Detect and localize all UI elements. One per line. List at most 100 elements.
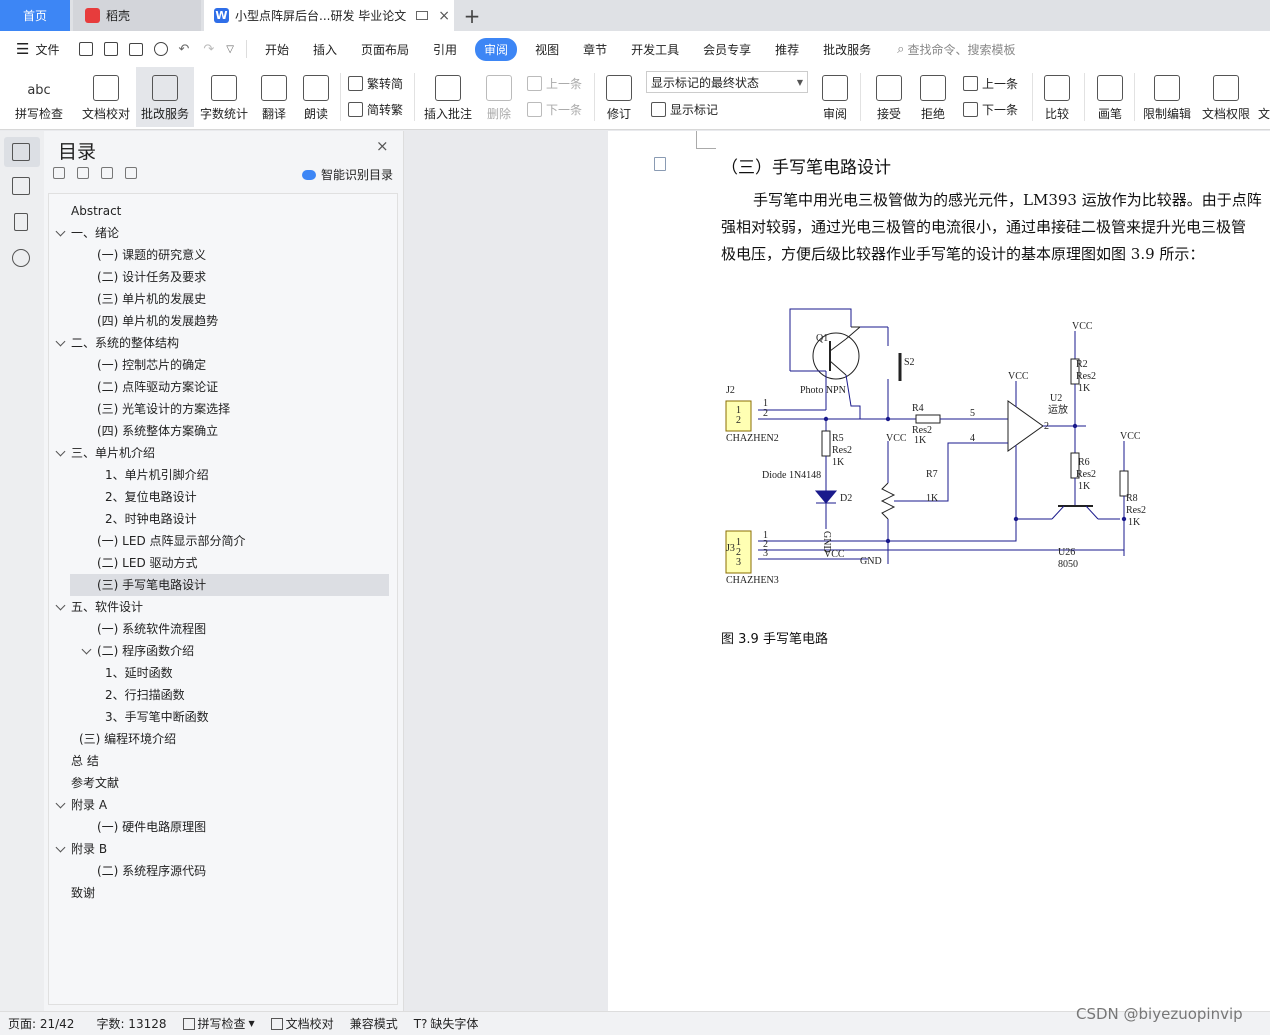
collapse-all-icon[interactable] bbox=[53, 167, 65, 179]
remove-level-icon[interactable] bbox=[125, 167, 137, 179]
reject-button[interactable]: 拒绝 bbox=[914, 67, 952, 127]
toc-item[interactable]: 致谢 bbox=[71, 882, 95, 904]
toc-item[interactable]: 二、系统的整体结构 bbox=[71, 332, 179, 354]
paragraph-icon[interactable] bbox=[654, 157, 666, 171]
chevron-down-icon[interactable] bbox=[55, 446, 66, 457]
spell-check-status[interactable]: 拼写检查 ▼ bbox=[175, 1015, 263, 1032]
translate-button[interactable]: 翻译 bbox=[255, 67, 293, 127]
truncated-button[interactable]: 文 bbox=[1258, 67, 1270, 127]
restrict-edit-button[interactable]: 限制编辑 bbox=[1140, 67, 1194, 127]
toc-item[interactable]: 1、单片机引脚介绍 bbox=[105, 464, 209, 486]
doc-permission-button[interactable]: 文档权限 bbox=[1200, 67, 1252, 127]
toc-item[interactable]: (一) LED 点阵显示部分简介 bbox=[97, 530, 246, 552]
spell-check-button[interactable]: abc 拼写检查 bbox=[8, 67, 70, 127]
accept-button[interactable]: 接受 bbox=[870, 67, 908, 127]
chevron-down-icon[interactable] bbox=[55, 226, 66, 237]
insert-comment-button[interactable]: 插入批注 bbox=[420, 67, 476, 127]
search-icon[interactable]: ⌕ bbox=[897, 42, 904, 57]
toc-item[interactable]: (二) 设计任务及要求 bbox=[97, 266, 206, 288]
markup-state-select[interactable]: 显示标记的最终状态 ▼ bbox=[646, 71, 808, 93]
toc-item[interactable]: (一) 课题的研究意义 bbox=[97, 244, 206, 266]
tab-document[interactable]: W 小型点阵屏后台...研发 毕业论文 × bbox=[204, 0, 454, 31]
prev-change-button[interactable]: 上一条 bbox=[963, 75, 1018, 92]
toc-item[interactable]: (四) 单片机的发展趋势 bbox=[97, 310, 218, 332]
compare-button[interactable]: 比较 bbox=[1038, 67, 1076, 127]
read-aloud-button[interactable]: 朗读 bbox=[299, 67, 333, 127]
add-level-icon[interactable] bbox=[101, 167, 113, 179]
review-pane-button[interactable]: 审阅 bbox=[816, 67, 854, 127]
chevron-down-icon[interactable] bbox=[55, 842, 66, 853]
toc-item[interactable]: (三) 单片机的发展史 bbox=[97, 288, 206, 310]
monitor-icon[interactable] bbox=[416, 11, 429, 20]
menu-item-start[interactable]: 开始 bbox=[253, 41, 301, 58]
toc-item[interactable]: 附录 A bbox=[71, 794, 107, 816]
menu-item-insert[interactable]: 插入 bbox=[301, 41, 349, 58]
preview-icon[interactable] bbox=[154, 42, 169, 56]
doc-check-button[interactable]: 文档校对 bbox=[78, 67, 134, 127]
trad-to-simp-button[interactable]: 繁转简 bbox=[348, 75, 403, 92]
close-tab-icon[interactable]: × bbox=[438, 8, 450, 24]
toc-item[interactable]: 1、延时函数 bbox=[105, 662, 173, 684]
toc-item[interactable]: (三) 手写笔电路设计 bbox=[97, 574, 206, 596]
menu-item-correction[interactable]: 批改服务 bbox=[811, 41, 883, 58]
outline-icon[interactable] bbox=[12, 177, 30, 195]
missing-font-status[interactable]: T? 缺失字体 bbox=[406, 1015, 487, 1032]
toc-item[interactable]: 3、手写笔中断函数 bbox=[105, 706, 209, 728]
close-icon[interactable]: × bbox=[376, 137, 389, 155]
menu-item-devtools[interactable]: 开发工具 bbox=[619, 41, 691, 58]
export-icon[interactable] bbox=[104, 42, 119, 56]
toc-item[interactable]: 2、复位电路设计 bbox=[105, 486, 197, 508]
hamburger-icon[interactable]: ☰ bbox=[16, 40, 29, 58]
menu-item-member[interactable]: 会员专享 bbox=[691, 41, 763, 58]
toc-item[interactable]: 参考文献 bbox=[71, 772, 119, 794]
prev-comment-button[interactable]: 上一条 bbox=[527, 75, 582, 92]
toc-item[interactable]: (二) 程序函数介绍 bbox=[97, 640, 194, 662]
next-comment-button[interactable]: 下一条 bbox=[527, 101, 582, 118]
menu-item-review[interactable]: 审阅 bbox=[475, 37, 518, 61]
ai-recognize-toc-button[interactable]: 智能识别目录 bbox=[302, 166, 393, 183]
tab-daoke[interactable]: 稻壳 bbox=[73, 0, 201, 31]
toc-item[interactable]: (三) 光笔设计的方案选择 bbox=[97, 398, 230, 420]
word-count-button[interactable]: 字数统计 bbox=[198, 67, 250, 127]
toc-item[interactable]: (四) 系统整体方案确立 bbox=[97, 420, 218, 442]
bookmark-icon[interactable] bbox=[14, 213, 28, 231]
toc-item[interactable]: (一) 控制芯片的确定 bbox=[97, 354, 206, 376]
revise-button[interactable]: 修订 bbox=[600, 67, 638, 127]
redo-icon[interactable]: ↷ bbox=[203, 42, 214, 57]
toc-item[interactable]: (二) 系统程序源代码 bbox=[97, 860, 206, 882]
delete-comment-button[interactable]: 删除 bbox=[480, 67, 518, 127]
menu-item-chapter[interactable]: 章节 bbox=[571, 41, 619, 58]
command-search-input[interactable]: 查找命令、搜索模板 bbox=[907, 41, 1015, 58]
menu-file[interactable]: 文件 bbox=[29, 41, 71, 58]
show-markup-button[interactable]: 显示标记 bbox=[651, 101, 718, 118]
chevron-down-icon[interactable] bbox=[81, 644, 92, 655]
document-page[interactable]: （三）手写笔电路设计 手写笔中用光电三极管做为的感光元件，LM393 运放作为比… bbox=[608, 131, 1270, 1011]
tab-home[interactable]: 首页 bbox=[0, 0, 70, 31]
toc-item[interactable]: 2、行扫描函数 bbox=[105, 684, 185, 706]
chevron-down-icon[interactable] bbox=[55, 798, 66, 809]
toc-item[interactable]: 2、时钟电路设计 bbox=[105, 508, 197, 530]
next-change-button[interactable]: 下一条 bbox=[963, 101, 1018, 118]
toc-item[interactable]: 附录 B bbox=[71, 838, 107, 860]
toc-item[interactable]: 五、软件设计 bbox=[71, 596, 143, 618]
chevron-down-icon[interactable] bbox=[55, 336, 66, 347]
toc-item[interactable]: (二) 点阵驱动方案论证 bbox=[97, 376, 218, 398]
print-icon[interactable] bbox=[129, 42, 144, 56]
menu-item-view[interactable]: 视图 bbox=[523, 41, 571, 58]
toc-item[interactable]: Abstract bbox=[71, 200, 121, 222]
toc-item[interactable]: (二) LED 驱动方式 bbox=[97, 552, 198, 574]
menu-item-recommend[interactable]: 推荐 bbox=[763, 41, 811, 58]
pen-button[interactable]: 画笔 bbox=[1092, 67, 1128, 127]
word-count-indicator[interactable]: 字数: 13128 bbox=[82, 1015, 174, 1032]
undo-icon[interactable]: ↶ bbox=[178, 42, 189, 57]
toc-item[interactable]: (一) 系统软件流程图 bbox=[97, 618, 206, 640]
toc-item[interactable]: 三、单片机介绍 bbox=[71, 442, 155, 464]
menu-item-layout[interactable]: 页面布局 bbox=[349, 41, 421, 58]
doc-check-status[interactable]: 文档校对 bbox=[263, 1015, 342, 1032]
save-icon[interactable] bbox=[79, 42, 94, 56]
search-icon[interactable] bbox=[12, 249, 30, 267]
page-indicator[interactable]: 页面: 21/42 bbox=[0, 1015, 82, 1032]
move-up-icon[interactable] bbox=[77, 167, 89, 179]
correct-service-button[interactable]: 批改服务 bbox=[136, 67, 194, 127]
toc-item[interactable]: (一) 硬件电路原理图 bbox=[97, 816, 206, 838]
